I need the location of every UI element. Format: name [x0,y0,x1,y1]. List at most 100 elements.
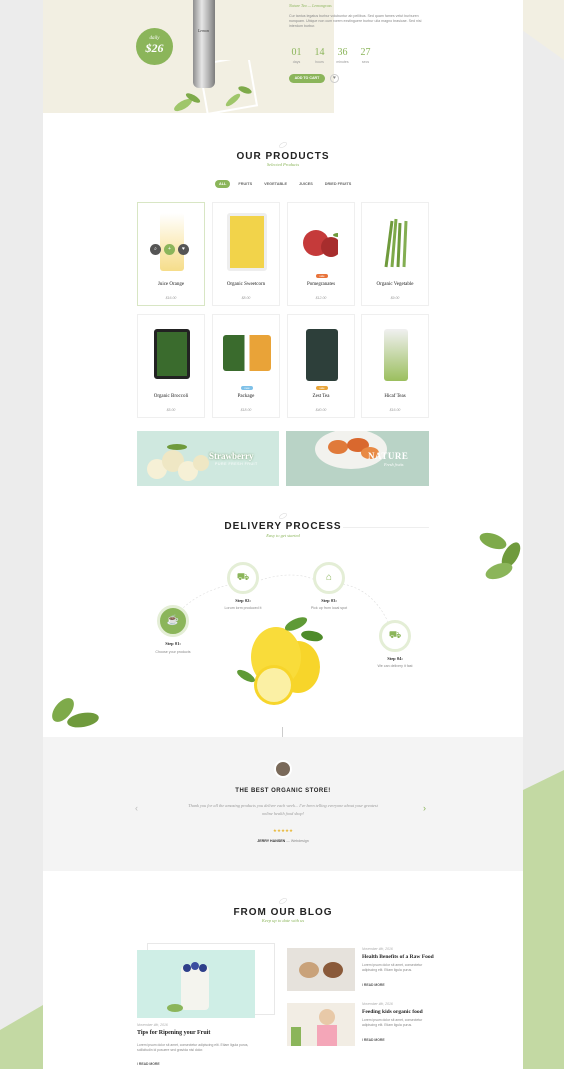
product-image [384,329,408,381]
product-card-juice-orange[interactable]: ⌕ + ♥ Juice Orange $16.00 [137,202,205,306]
product-name: Package [237,394,255,399]
product-image [303,230,338,257]
hero-subtitle: Nature Tea — Lemongrass [289,3,332,8]
step-2-title: Step 02: [235,598,251,603]
chevron-left-icon[interactable]: ‹ [135,803,138,813]
leaf-ornament-icon [279,142,287,148]
banner-subtitle: PURE FRESH FRUIT [215,462,258,466]
price-badge: daily $26 [136,28,173,65]
featured-post-title[interactable]: Tips for Ripening your Fruit [137,1030,210,1036]
featured-post-excerpt: Lorem ipsum dolor sit amet, consectetur … [137,1043,249,1052]
featured-read-more-link[interactable]: / READ MORE [137,1062,160,1066]
step-1-desc: Choose your products [155,650,191,654]
add-to-cart-button[interactable]: ADD TO CART [289,74,325,83]
countdown-minutes: 36 minutes [336,47,349,64]
product-image [154,329,190,379]
leaf-ornament-icon [279,898,287,904]
product-price: $18.00 [240,408,252,412]
blog-post-2-read-more-link[interactable]: / READ MORE [362,1038,385,1042]
product-image [384,218,408,268]
step-2-desc: Lorum lorm produced it [224,606,262,610]
product-tag: new [241,386,253,390]
delivery-subtitle: Easy to get started [266,533,300,538]
divider [343,527,429,528]
yogurt-jar-image [167,962,209,1012]
strawberry-image [147,444,209,481]
product-name: Zest Tea [312,394,330,399]
step-1-title: Step 01: [165,641,181,646]
blog-post-2-image[interactable] [287,1003,355,1046]
nature-banner[interactable]: NATURE Fresh fruits [286,431,429,486]
banner-title: NATURE [368,451,409,461]
product-card-organic-sweetcorn[interactable]: Organic Sweetcorn $8.00 [212,202,280,306]
product-name: Organic Sweetcorn [226,282,266,287]
step-3-desc: Pick up from local spot [310,606,348,610]
countdown-days: 01 days [291,47,302,64]
delivery-van-icon: ⛟ [388,630,402,641]
product-image [227,213,267,271]
blog-post-2-excerpt: Lorem ipsum dolor sit amet, consectetur … [362,1018,423,1027]
child-eating-image [291,1009,337,1046]
tab-vegetable[interactable]: VEGETABLE [260,180,291,188]
blog-post-2-title[interactable]: Feeding kids organic food [362,1009,423,1015]
product-name: Pomegranates [306,282,336,287]
featured-post-image[interactable] [137,950,255,1018]
product-card-organic-broccoli[interactable]: Organic Broccoli $5.00 [137,314,205,418]
tab-dried-fruits[interactable]: DRIED FRUITS [321,180,356,188]
rating-stars: ★★★★★ [272,828,294,833]
testimonial-role: Webdesign [290,839,309,843]
product-name: Hicaf Teas [384,394,406,399]
product-grid: ⌕ + ♥ Juice Orange $16.00 Organic Sweetc… [137,202,429,418]
product-card-pomegranates[interactable]: sale Pomegranates $12.00 [287,202,355,306]
lemon-image [237,617,323,705]
hero-description: Cur tantus legatus burbur volubuntur ab … [289,14,422,28]
blog-post-1-title[interactable]: Health Benefits of a Raw Food [362,954,434,960]
product-price: $40.00 [315,408,327,412]
heart-icon[interactable]: ♥ [178,244,189,255]
product-image [160,213,184,271]
blog-subtitle: Keep up to date with us [261,918,305,923]
heart-icon[interactable]: ♥ [330,74,339,83]
leaf-decoration [479,532,521,580]
product-card-organic-vegetable[interactable]: Organic Vegetable $9.00 [361,202,429,306]
product-card-zest-tea[interactable]: sale Zest Tea $40.00 [287,314,355,418]
cart-icon[interactable]: + [164,244,175,255]
blog-title: FROM OUR BLOG [233,907,333,918]
tab-juices[interactable]: JUICES [295,180,317,188]
blog-post-1-read-more-link[interactable]: / READ MORE [362,983,385,987]
step-2-circle: ⛟ [227,562,259,594]
basket-icon: ☕ [166,615,180,626]
strawberry-banner[interactable]: Strawberry PURE FRESH FRUIT [137,431,279,486]
product-tag: sale [316,274,328,278]
step-4-title: Step 04: [387,656,403,661]
delivery-title: DELIVERY PROCESS [224,521,342,532]
blog-post-2-date: November 4th, 2016 [362,1002,393,1006]
product-card-hicaf-teas[interactable]: Hicaf Teas $16.00 [361,314,429,418]
product-image [306,329,338,381]
step-3-circle: ⌂ [313,562,345,594]
tab-all[interactable]: ALL [215,180,231,188]
step-4-circle: ⛟ [379,620,411,652]
map-icon: ⌂ [325,572,333,583]
step-1-circle: ☕ [157,605,189,637]
chevron-right-icon[interactable]: › [423,803,426,813]
testimonial-quote: Thank you for all the amazing products y… [188,803,378,816]
testimonial-section: THE BEST ORGANIC STORE! Thank you for al… [43,737,523,871]
price-value: $26 [145,41,164,55]
banner-title: Strawberry [209,451,254,461]
delivery-truck-icon: ⛟ [236,572,250,583]
product-price: $12.00 [315,296,327,300]
tab-fruits[interactable]: FRUITS [234,180,256,188]
countdown-timer: 01 days 14 hours 36 minutes 27 secs [289,42,373,64]
product-image [223,335,271,371]
product-name: Organic Broccoli [153,394,189,399]
product-card-package[interactable]: new Package $18.00 [212,314,280,418]
product-bottle-image [193,0,215,88]
step-4-desc: We can delivery it fast [377,664,413,668]
featured-post-date: November 4th, 2016 [137,1023,168,1027]
testimonial-author-line: JERRY HANSEN — Webdesign [257,839,309,843]
blog-post-1-image[interactable] [287,948,355,991]
search-icon[interactable]: ⌕ [150,244,161,255]
countdown-hours: 14 hours [314,47,325,64]
countdown-seconds: 27 secs [360,47,371,64]
